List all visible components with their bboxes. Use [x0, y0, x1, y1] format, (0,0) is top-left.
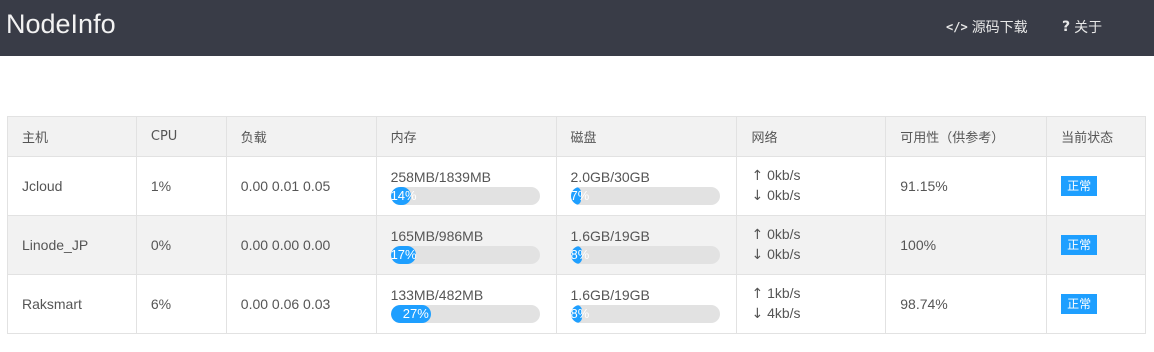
host-name: Jcloud	[7, 156, 137, 216]
disk-cell: 1.6GB/19GB 8%	[555, 215, 738, 275]
availability: 98.74%	[885, 274, 1048, 334]
memory-progress-fill: 14%	[390, 187, 417, 205]
load-average: 0.00 0.00 0.00	[225, 215, 377, 275]
upload-speed: 0kb/s	[767, 226, 801, 242]
table-row: Raksmart 6% 0.00 0.06 0.03 133MB/482MB 2…	[7, 274, 1146, 334]
disk-progress-bar: 7%	[570, 187, 720, 205]
status-cell: 正常	[1046, 156, 1146, 216]
disk-percent-label: 8%	[570, 247, 590, 262]
network-upload: ↑ 1kb/s	[751, 284, 885, 304]
network-upload: ↑ 0kb/s	[751, 166, 885, 186]
status-cell: 正常	[1046, 215, 1146, 275]
question-icon: ?	[1062, 19, 1071, 35]
column-header-host: 主机	[7, 116, 137, 157]
network-download: ↓ 0kb/s	[751, 186, 885, 206]
code-icon: </>	[946, 20, 968, 34]
availability: 100%	[885, 215, 1048, 275]
brand-title[interactable]: NodeInfo	[6, 9, 116, 40]
memory-percent-label: 17%	[390, 247, 417, 262]
host-name: Raksmart	[7, 274, 137, 334]
memory-percent-label: 27%	[402, 306, 429, 321]
load-average: 0.00 0.01 0.05	[225, 156, 377, 216]
table-header-row: 主机 CPU 负载 内存 磁盘 网络 可用性（供参考） 当前状态	[7, 116, 1146, 157]
column-header-load: 负载	[225, 116, 377, 157]
disk-cell: 2.0GB/30GB 7%	[555, 156, 738, 216]
memory-usage-text: 258MB/1839MB	[390, 169, 491, 185]
memory-usage-text: 165MB/986MB	[390, 228, 484, 244]
memory-cell: 133MB/482MB 27%	[375, 274, 557, 334]
memory-progress-bar: 17%	[390, 246, 540, 264]
up-arrow-icon: ↑	[751, 168, 764, 184]
column-header-memory: 内存	[375, 116, 557, 157]
disk-progress-bar: 8%	[570, 305, 720, 323]
memory-percent-label: 14%	[390, 188, 417, 203]
disk-percent-label: 7%	[570, 188, 590, 203]
disk-percent-label: 8%	[570, 306, 590, 321]
cpu-usage: 1%	[135, 156, 227, 216]
up-arrow-icon: ↑	[751, 227, 764, 243]
network-cell: ↑ 0kb/s ↓ 0kb/s	[736, 215, 887, 275]
down-arrow-icon: ↓	[751, 188, 764, 204]
disk-cell: 1.6GB/19GB 8%	[555, 274, 738, 334]
cpu-usage: 0%	[135, 215, 227, 275]
memory-progress-fill: 17%	[390, 246, 417, 264]
source-download-link[interactable]: </> 源码下载	[946, 17, 1028, 37]
column-header-network: 网络	[736, 116, 887, 157]
down-arrow-icon: ↓	[751, 247, 764, 263]
column-header-cpu: CPU	[135, 116, 227, 157]
disk-progress-fill: 8%	[570, 246, 589, 264]
status-cell: 正常	[1046, 274, 1146, 334]
host-name: Linode_JP	[7, 215, 137, 275]
disk-usage-text: 2.0GB/30GB	[570, 169, 650, 185]
download-speed: 0kb/s	[767, 187, 801, 203]
table-row: Linode_JP 0% 0.00 0.00 0.00 165MB/986MB …	[7, 215, 1146, 275]
disk-progress-bar: 8%	[570, 246, 720, 264]
memory-cell: 258MB/1839MB 14%	[375, 156, 557, 216]
table-row: Jcloud 1% 0.00 0.01 0.05 258MB/1839MB 14…	[7, 156, 1146, 216]
availability: 91.15%	[885, 156, 1048, 216]
up-arrow-icon: ↑	[751, 286, 764, 302]
upload-speed: 0kb/s	[767, 167, 801, 183]
network-download: ↓ 4kb/s	[751, 304, 885, 324]
about-link[interactable]: ? 关于	[1062, 17, 1102, 37]
source-download-label: 源码下载	[971, 20, 1028, 36]
column-header-disk: 磁盘	[555, 116, 738, 157]
memory-progress-bar: 27%	[390, 305, 540, 323]
memory-progress-fill: 27%	[390, 305, 431, 323]
network-upload: ↑ 0kb/s	[751, 225, 885, 245]
about-label: 关于	[1074, 20, 1103, 36]
column-header-status: 当前状态	[1046, 116, 1146, 157]
memory-progress-bar: 14%	[390, 187, 540, 205]
top-navbar: NodeInfo </> 源码下载 ? 关于	[0, 0, 1154, 56]
memory-usage-text: 133MB/482MB	[390, 287, 484, 303]
status-badge[interactable]: 正常	[1061, 294, 1098, 314]
node-status-table: 主机 CPU 负载 内存 磁盘 网络 可用性（供参考） 当前状态 Jcloud …	[7, 116, 1146, 334]
upload-speed: 1kb/s	[767, 285, 801, 301]
network-download: ↓ 0kb/s	[751, 245, 885, 265]
status-badge[interactable]: 正常	[1061, 235, 1098, 255]
down-arrow-icon: ↓	[751, 306, 764, 322]
status-badge[interactable]: 正常	[1061, 176, 1098, 196]
download-speed: 4kb/s	[767, 305, 801, 321]
disk-usage-text: 1.6GB/19GB	[570, 287, 650, 303]
disk-progress-fill: 7%	[570, 187, 589, 205]
column-header-availability: 可用性（供参考）	[885, 116, 1048, 157]
download-speed: 0kb/s	[767, 246, 801, 262]
disk-usage-text: 1.6GB/19GB	[570, 228, 650, 244]
load-average: 0.00 0.06 0.03	[225, 274, 377, 334]
memory-cell: 165MB/986MB 17%	[375, 215, 557, 275]
network-cell: ↑ 1kb/s ↓ 4kb/s	[736, 274, 887, 334]
network-cell: ↑ 0kb/s ↓ 0kb/s	[736, 156, 887, 216]
cpu-usage: 6%	[135, 274, 227, 334]
disk-progress-fill: 8%	[570, 305, 589, 323]
